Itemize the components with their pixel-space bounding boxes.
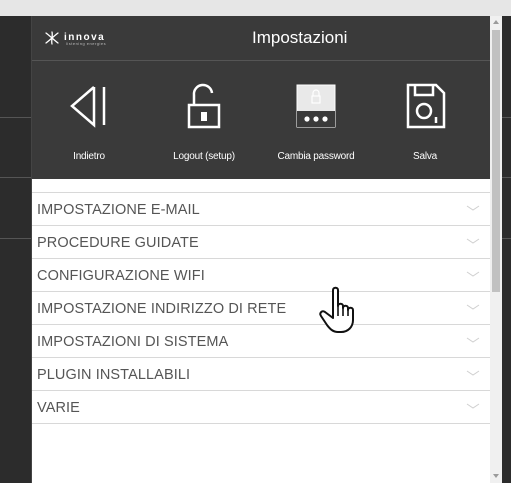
change-password-label: Cambia password bbox=[277, 151, 355, 162]
logo-subtitle: listening energies bbox=[66, 41, 107, 46]
menu-item-installable-plugins[interactable]: PLUGIN INSTALLABILI bbox=[32, 358, 490, 391]
settings-menu: IMPOSTAZIONE E-MAIL PROCEDURE GUIDATE CO… bbox=[32, 192, 490, 424]
chevron-down-icon bbox=[466, 304, 480, 310]
menu-item-label: IMPOSTAZIONE INDIRIZZO DI RETE bbox=[37, 301, 287, 317]
back-button-label: Indietro bbox=[73, 151, 105, 162]
vertical-scrollbar[interactable] bbox=[490, 16, 502, 483]
menu-item-label: VARIE bbox=[37, 400, 80, 416]
menu-item-network-address[interactable]: IMPOSTAZIONE INDIRIZZO DI RETE bbox=[32, 292, 490, 325]
panel-header: innova listening energies Impostazioni bbox=[32, 16, 490, 61]
save-button-label: Salva bbox=[412, 151, 437, 162]
innova-logo-icon bbox=[45, 31, 59, 45]
menu-item-misc[interactable]: VARIE bbox=[32, 391, 490, 424]
menu-item-email-settings[interactable]: IMPOSTAZIONE E-MAIL bbox=[32, 193, 490, 226]
scrollbar-thumb[interactable] bbox=[492, 30, 500, 292]
scroll-down-icon[interactable] bbox=[492, 472, 500, 480]
menu-item-label: PROCEDURE GUIDATE bbox=[37, 235, 199, 251]
save-icon bbox=[370, 81, 480, 131]
unlock-icon bbox=[149, 81, 259, 131]
menu-item-system-settings[interactable]: IMPOSTAZIONI DI SISTEMA bbox=[32, 325, 490, 358]
chevron-down-icon bbox=[466, 337, 480, 343]
menu-item-label: IMPOSTAZIONE E-MAIL bbox=[37, 202, 200, 218]
page-title: Impostazioni bbox=[252, 28, 348, 47]
hand-pointer-icon bbox=[319, 286, 354, 333]
chevron-down-icon bbox=[466, 271, 480, 277]
save-button[interactable]: Salva bbox=[370, 61, 480, 179]
chevron-down-icon bbox=[466, 238, 480, 244]
settings-toolbar: Indietro Logout (setup) Cambia password … bbox=[32, 61, 490, 179]
chevron-down-icon bbox=[466, 370, 480, 376]
chevron-down-icon bbox=[466, 403, 480, 409]
back-icon bbox=[34, 81, 144, 131]
scroll-up-icon[interactable] bbox=[492, 18, 500, 26]
menu-item-wifi-config[interactable]: CONFIGURAZIONE WIFI bbox=[32, 259, 490, 292]
logout-button[interactable]: Logout (setup) bbox=[149, 61, 259, 179]
menu-item-label: CONFIGURAZIONE WIFI bbox=[37, 268, 205, 284]
innova-logo: innova listening energies bbox=[44, 30, 107, 46]
menu-item-label: IMPOSTAZIONI DI SISTEMA bbox=[37, 334, 229, 350]
password-icon bbox=[261, 81, 371, 131]
background-header-strip bbox=[0, 0, 511, 16]
menu-item-guided-procedures[interactable]: PROCEDURE GUIDATE bbox=[32, 226, 490, 259]
logout-button-label: Logout (setup) bbox=[173, 151, 235, 162]
menu-item-label: PLUGIN INSTALLABILI bbox=[37, 367, 191, 383]
back-button[interactable]: Indietro bbox=[34, 61, 144, 179]
settings-panel: innova listening energies Impostazioni I… bbox=[32, 16, 502, 483]
chevron-down-icon bbox=[466, 205, 480, 211]
change-password-button[interactable]: Cambia password bbox=[261, 61, 371, 179]
